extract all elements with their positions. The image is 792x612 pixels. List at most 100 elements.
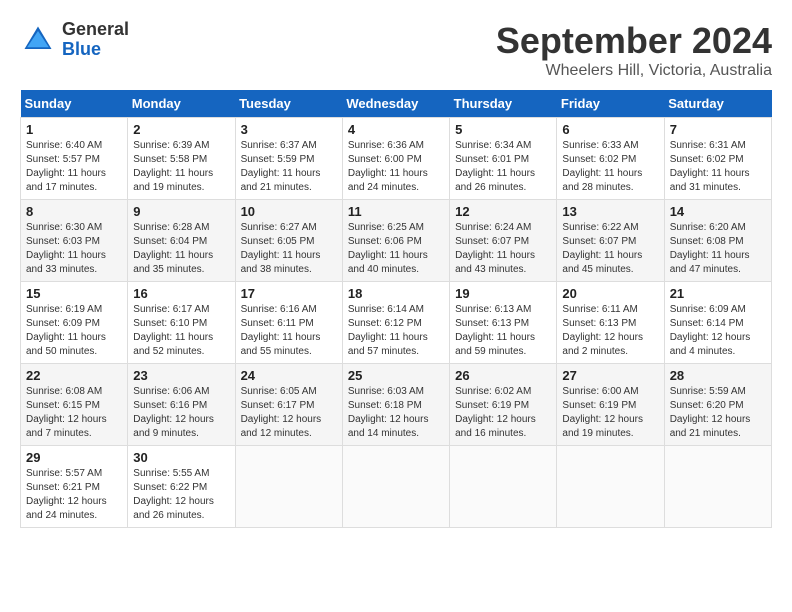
day-info: Sunrise: 6:20 AM Sunset: 6:08 PM Dayligh…: [670, 221, 766, 277]
day-info: Sunrise: 6:13 AM Sunset: 6:13 PM Dayligh…: [455, 303, 551, 359]
calendar-cell: 30 Sunrise: 5:55 AM Sunset: 6:22 PM Dayli…: [128, 446, 235, 528]
calendar-cell: 1 Sunrise: 6:40 AM Sunset: 5:57 PM Daylig…: [21, 118, 128, 200]
calendar-cell: 2 Sunrise: 6:39 AM Sunset: 5:58 PM Daylig…: [128, 118, 235, 200]
calendar-cell: 26 Sunrise: 6:02 AM Sunset: 6:19 PM Dayli…: [450, 364, 557, 446]
calendar-cell: 11 Sunrise: 6:25 AM Sunset: 6:06 PM Dayli…: [342, 200, 449, 282]
logo-blue: Blue: [62, 39, 101, 59]
header-wednesday: Wednesday: [342, 90, 449, 118]
logo-icon: [20, 22, 56, 58]
calendar-cell: 12Sunrise: 6:24 AM Sunset: 6:07 PM Dayli…: [450, 200, 557, 282]
calendar-cell: 27 Sunrise: 6:00 AM Sunset: 6:19 PM Dayli…: [557, 364, 664, 446]
day-number: 5: [455, 122, 551, 137]
day-number: 16: [133, 286, 229, 301]
day-info: Sunrise: 6:17 AM Sunset: 6:10 PM Dayligh…: [133, 303, 229, 359]
day-number: 26: [455, 368, 551, 383]
day-info: Sunrise: 6:27 AM Sunset: 6:05 PM Dayligh…: [241, 221, 337, 277]
day-number: 15: [26, 286, 122, 301]
calendar-cell: 23Sunrise: 6:06 AM Sunset: 6:16 PM Dayli…: [128, 364, 235, 446]
calendar-cell: 29 Sunrise: 5:57 AM Sunset: 6:21 PM Dayli…: [21, 446, 128, 528]
day-number: 25: [348, 368, 444, 383]
day-info: Sunrise: 6:22 AM Sunset: 6:07 PM Dayligh…: [562, 221, 658, 277]
calendar-header-row: Sunday Monday Tuesday Wednesday Thursday…: [21, 90, 772, 118]
calendar-cell: 25 Sunrise: 6:03 AM Sunset: 6:18 PM Dayli…: [342, 364, 449, 446]
day-info: Sunrise: 6:05 AM Sunset: 6:17 PM Dayligh…: [241, 385, 337, 441]
day-info: Sunrise: 6:11 AM Sunset: 6:13 PM Dayligh…: [562, 303, 658, 359]
day-number: 22: [26, 368, 122, 383]
day-number: 20: [562, 286, 658, 301]
day-number: 23: [133, 368, 229, 383]
calendar-cell: 8 Sunrise: 6:30 AM Sunset: 6:03 PM Daylig…: [21, 200, 128, 282]
day-number: 8: [26, 204, 122, 219]
header-tuesday: Tuesday: [235, 90, 342, 118]
day-info: Sunrise: 6:34 AM Sunset: 6:01 PM Dayligh…: [455, 139, 551, 195]
day-info: Sunrise: 6:25 AM Sunset: 6:06 PM Dayligh…: [348, 221, 444, 277]
day-number: 6: [562, 122, 658, 137]
day-info: Sunrise: 6:36 AM Sunset: 6:00 PM Dayligh…: [348, 139, 444, 195]
day-number: 11: [348, 204, 444, 219]
calendar-week-row: 8 Sunrise: 6:30 AM Sunset: 6:03 PM Daylig…: [21, 200, 772, 282]
day-info: Sunrise: 6:16 AM Sunset: 6:11 PM Dayligh…: [241, 303, 337, 359]
month-title: September 2024: [496, 20, 772, 62]
day-number: 21: [670, 286, 766, 301]
day-info: Sunrise: 6:00 AM Sunset: 6:19 PM Dayligh…: [562, 385, 658, 441]
day-info: Sunrise: 6:28 AM Sunset: 6:04 PM Dayligh…: [133, 221, 229, 277]
calendar-cell: 28Sunrise: 5:59 AM Sunset: 6:20 PM Dayli…: [664, 364, 771, 446]
day-info: Sunrise: 6:03 AM Sunset: 6:18 PM Dayligh…: [348, 385, 444, 441]
day-info: Sunrise: 6:30 AM Sunset: 6:03 PM Dayligh…: [26, 221, 122, 277]
day-number: 3: [241, 122, 337, 137]
day-info: Sunrise: 5:55 AM Sunset: 6:22 PM Dayligh…: [133, 467, 229, 523]
day-info: Sunrise: 6:39 AM Sunset: 5:58 PM Dayligh…: [133, 139, 229, 195]
day-info: Sunrise: 6:24 AM Sunset: 6:07 PM Dayligh…: [455, 221, 551, 277]
calendar-cell: [342, 446, 449, 528]
day-number: 19: [455, 286, 551, 301]
day-number: 18: [348, 286, 444, 301]
calendar-cell: 14 Sunrise: 6:20 AM Sunset: 6:08 PM Dayli…: [664, 200, 771, 282]
calendar-cell: 4 Sunrise: 6:36 AM Sunset: 6:00 PM Daylig…: [342, 118, 449, 200]
calendar-cell: 10 Sunrise: 6:27 AM Sunset: 6:05 PM Dayli…: [235, 200, 342, 282]
day-number: 28: [670, 368, 766, 383]
calendar-cell: 5 Sunrise: 6:34 AM Sunset: 6:01 PM Daylig…: [450, 118, 557, 200]
calendar-cell: 15 Sunrise: 6:19 AM Sunset: 6:09 PM Dayli…: [21, 282, 128, 364]
day-info: Sunrise: 6:09 AM Sunset: 6:14 PM Dayligh…: [670, 303, 766, 359]
header-monday: Monday: [128, 90, 235, 118]
calendar-cell: 6 Sunrise: 6:33 AM Sunset: 6:02 PM Daylig…: [557, 118, 664, 200]
day-number: 29: [26, 450, 122, 465]
day-number: 2: [133, 122, 229, 137]
calendar-week-row: 29 Sunrise: 5:57 AM Sunset: 6:21 PM Dayli…: [21, 446, 772, 528]
calendar-week-row: 22 Sunrise: 6:08 AM Sunset: 6:15 PM Dayli…: [21, 364, 772, 446]
day-number: 10: [241, 204, 337, 219]
logo: General Blue: [20, 20, 129, 60]
logo-text: General Blue: [62, 20, 129, 60]
calendar-cell: 16 Sunrise: 6:17 AM Sunset: 6:10 PM Dayli…: [128, 282, 235, 364]
calendar-cell: 18 Sunrise: 6:14 AM Sunset: 6:12 PM Dayli…: [342, 282, 449, 364]
day-number: 30: [133, 450, 229, 465]
calendar-cell: 13Sunrise: 6:22 AM Sunset: 6:07 PM Dayli…: [557, 200, 664, 282]
title-section: September 2024 Wheelers Hill, Victoria, …: [496, 20, 772, 80]
day-info: Sunrise: 6:19 AM Sunset: 6:09 PM Dayligh…: [26, 303, 122, 359]
day-number: 17: [241, 286, 337, 301]
day-number: 14: [670, 204, 766, 219]
day-info: Sunrise: 6:37 AM Sunset: 5:59 PM Dayligh…: [241, 139, 337, 195]
day-info: Sunrise: 6:08 AM Sunset: 6:15 PM Dayligh…: [26, 385, 122, 441]
day-info: Sunrise: 6:33 AM Sunset: 6:02 PM Dayligh…: [562, 139, 658, 195]
day-info: Sunrise: 6:02 AM Sunset: 6:19 PM Dayligh…: [455, 385, 551, 441]
day-number: 4: [348, 122, 444, 137]
day-number: 24: [241, 368, 337, 383]
day-number: 27: [562, 368, 658, 383]
calendar-table: Sunday Monday Tuesday Wednesday Thursday…: [20, 90, 772, 528]
day-info: Sunrise: 5:57 AM Sunset: 6:21 PM Dayligh…: [26, 467, 122, 523]
calendar-cell: 7Sunrise: 6:31 AM Sunset: 6:02 PM Daylig…: [664, 118, 771, 200]
calendar-cell: [664, 446, 771, 528]
day-number: 9: [133, 204, 229, 219]
location-title: Wheelers Hill, Victoria, Australia: [496, 62, 772, 80]
calendar-cell: [557, 446, 664, 528]
logo-general: General: [62, 19, 129, 39]
day-info: Sunrise: 6:40 AM Sunset: 5:57 PM Dayligh…: [26, 139, 122, 195]
page-header: General Blue September 2024 Wheelers Hil…: [20, 20, 772, 80]
day-number: 1: [26, 122, 122, 137]
calendar-week-row: 15 Sunrise: 6:19 AM Sunset: 6:09 PM Dayli…: [21, 282, 772, 364]
header-thursday: Thursday: [450, 90, 557, 118]
header-friday: Friday: [557, 90, 664, 118]
day-info: Sunrise: 6:14 AM Sunset: 6:12 PM Dayligh…: [348, 303, 444, 359]
calendar-cell: 3 Sunrise: 6:37 AM Sunset: 5:59 PM Daylig…: [235, 118, 342, 200]
